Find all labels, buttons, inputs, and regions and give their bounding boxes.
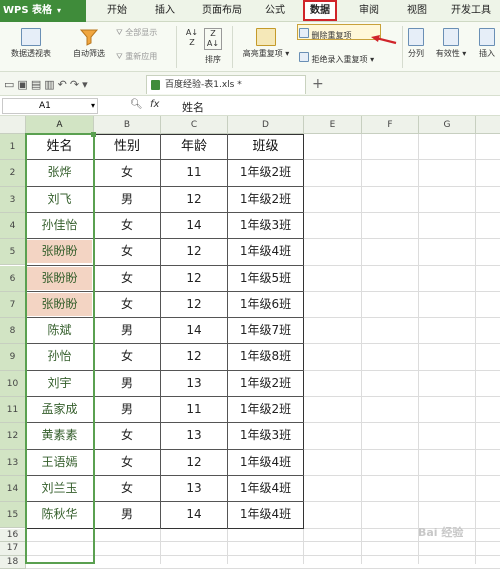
table-cell[interactable]: 14	[162, 319, 226, 342]
table-cell[interactable]: 女	[95, 424, 159, 447]
column-a-selection	[25, 133, 95, 564]
table-cell[interactable]: 14	[162, 214, 226, 237]
table-cell[interactable]: 1年级8班	[229, 345, 302, 368]
row-header[interactable]: 1	[0, 134, 26, 160]
table-cell[interactable]: 1年级3班	[229, 214, 302, 237]
table-cell[interactable]: 11	[162, 398, 226, 421]
header-cell[interactable]: 班级	[229, 135, 302, 158]
table-cell[interactable]: 1年级5班	[229, 267, 302, 290]
row-header[interactable]: 3	[0, 187, 26, 213]
row-header[interactable]: 17	[0, 542, 26, 556]
row-header[interactable]: 7	[0, 292, 26, 318]
table-cell[interactable]: 女	[95, 345, 159, 368]
table-line	[160, 134, 161, 529]
row-header[interactable]: 14	[0, 476, 26, 502]
table-cell[interactable]: 1年级4班	[229, 477, 302, 500]
table-cell[interactable]: 14	[162, 503, 226, 526]
row-header[interactable]: 16	[0, 529, 26, 543]
table-cell[interactable]: 12	[162, 240, 226, 263]
table-cell[interactable]: 女	[95, 240, 159, 263]
row-header[interactable]: 5	[0, 239, 26, 265]
table-cell[interactable]: 12	[162, 188, 226, 211]
row-header[interactable]: 11	[0, 397, 26, 423]
table-cell[interactable]: 女	[95, 451, 159, 474]
header-cell[interactable]: 性别	[95, 135, 159, 158]
row-header[interactable]: 8	[0, 318, 26, 344]
table-cell[interactable]: 1年级4班	[229, 503, 302, 526]
table-cell[interactable]: 1年级4班	[229, 451, 302, 474]
row-header[interactable]: 18	[0, 556, 26, 569]
header-cell[interactable]: 年龄	[162, 135, 226, 158]
table-cell[interactable]: 13	[162, 477, 226, 500]
table-cell[interactable]: 男	[95, 503, 159, 526]
spreadsheet-grid: 123456789101112131415161718姓名性别年龄班级张烨女11…	[0, 0, 500, 564]
table-cell[interactable]: 女	[95, 267, 159, 290]
row-header[interactable]: 4	[0, 213, 26, 239]
table-cell[interactable]: 男	[95, 372, 159, 395]
table-cell[interactable]: 1年级2班	[229, 372, 302, 395]
grid-line	[418, 134, 419, 564]
table-cell[interactable]: 13	[162, 424, 226, 447]
table-cell[interactable]: 1年级2班	[229, 188, 302, 211]
row-header[interactable]: 15	[0, 502, 26, 528]
table-cell[interactable]: 女	[95, 477, 159, 500]
table-cell[interactable]: 12	[162, 267, 226, 290]
fill-handle[interactable]	[91, 132, 96, 137]
table-cell[interactable]: 13	[162, 372, 226, 395]
table-cell[interactable]: 1年级7班	[229, 319, 302, 342]
table-cell[interactable]: 女	[95, 161, 159, 184]
row-header[interactable]: 9	[0, 344, 26, 370]
table-cell[interactable]: 12	[162, 451, 226, 474]
table-line	[227, 134, 228, 529]
table-cell[interactable]: 男	[95, 398, 159, 421]
table-cell[interactable]: 1年级4班	[229, 240, 302, 263]
table-cell[interactable]: 男	[95, 319, 159, 342]
table-cell[interactable]: 女	[95, 214, 159, 237]
baidu-watermark: Bai 经验	[418, 524, 463, 540]
table-cell[interactable]: 1年级3班	[229, 424, 302, 447]
table-cell[interactable]: 1年级6班	[229, 293, 302, 316]
table-cell[interactable]: 女	[95, 293, 159, 316]
row-header[interactable]: 6	[0, 266, 26, 292]
grid-line	[26, 555, 500, 556]
table-cell[interactable]: 12	[162, 293, 226, 316]
grid-line	[26, 541, 500, 542]
row-header[interactable]: 13	[0, 450, 26, 476]
grid-line	[361, 134, 362, 564]
table-cell[interactable]: 1年级2班	[229, 398, 302, 421]
table-cell[interactable]: 11	[162, 161, 226, 184]
grid-line	[475, 134, 476, 564]
table-cell[interactable]: 12	[162, 345, 226, 368]
table-cell[interactable]: 1年级2班	[229, 161, 302, 184]
row-header[interactable]: 12	[0, 423, 26, 449]
table-cell[interactable]: 男	[95, 188, 159, 211]
row-header[interactable]: 2	[0, 160, 26, 186]
row-header[interactable]: 10	[0, 371, 26, 397]
